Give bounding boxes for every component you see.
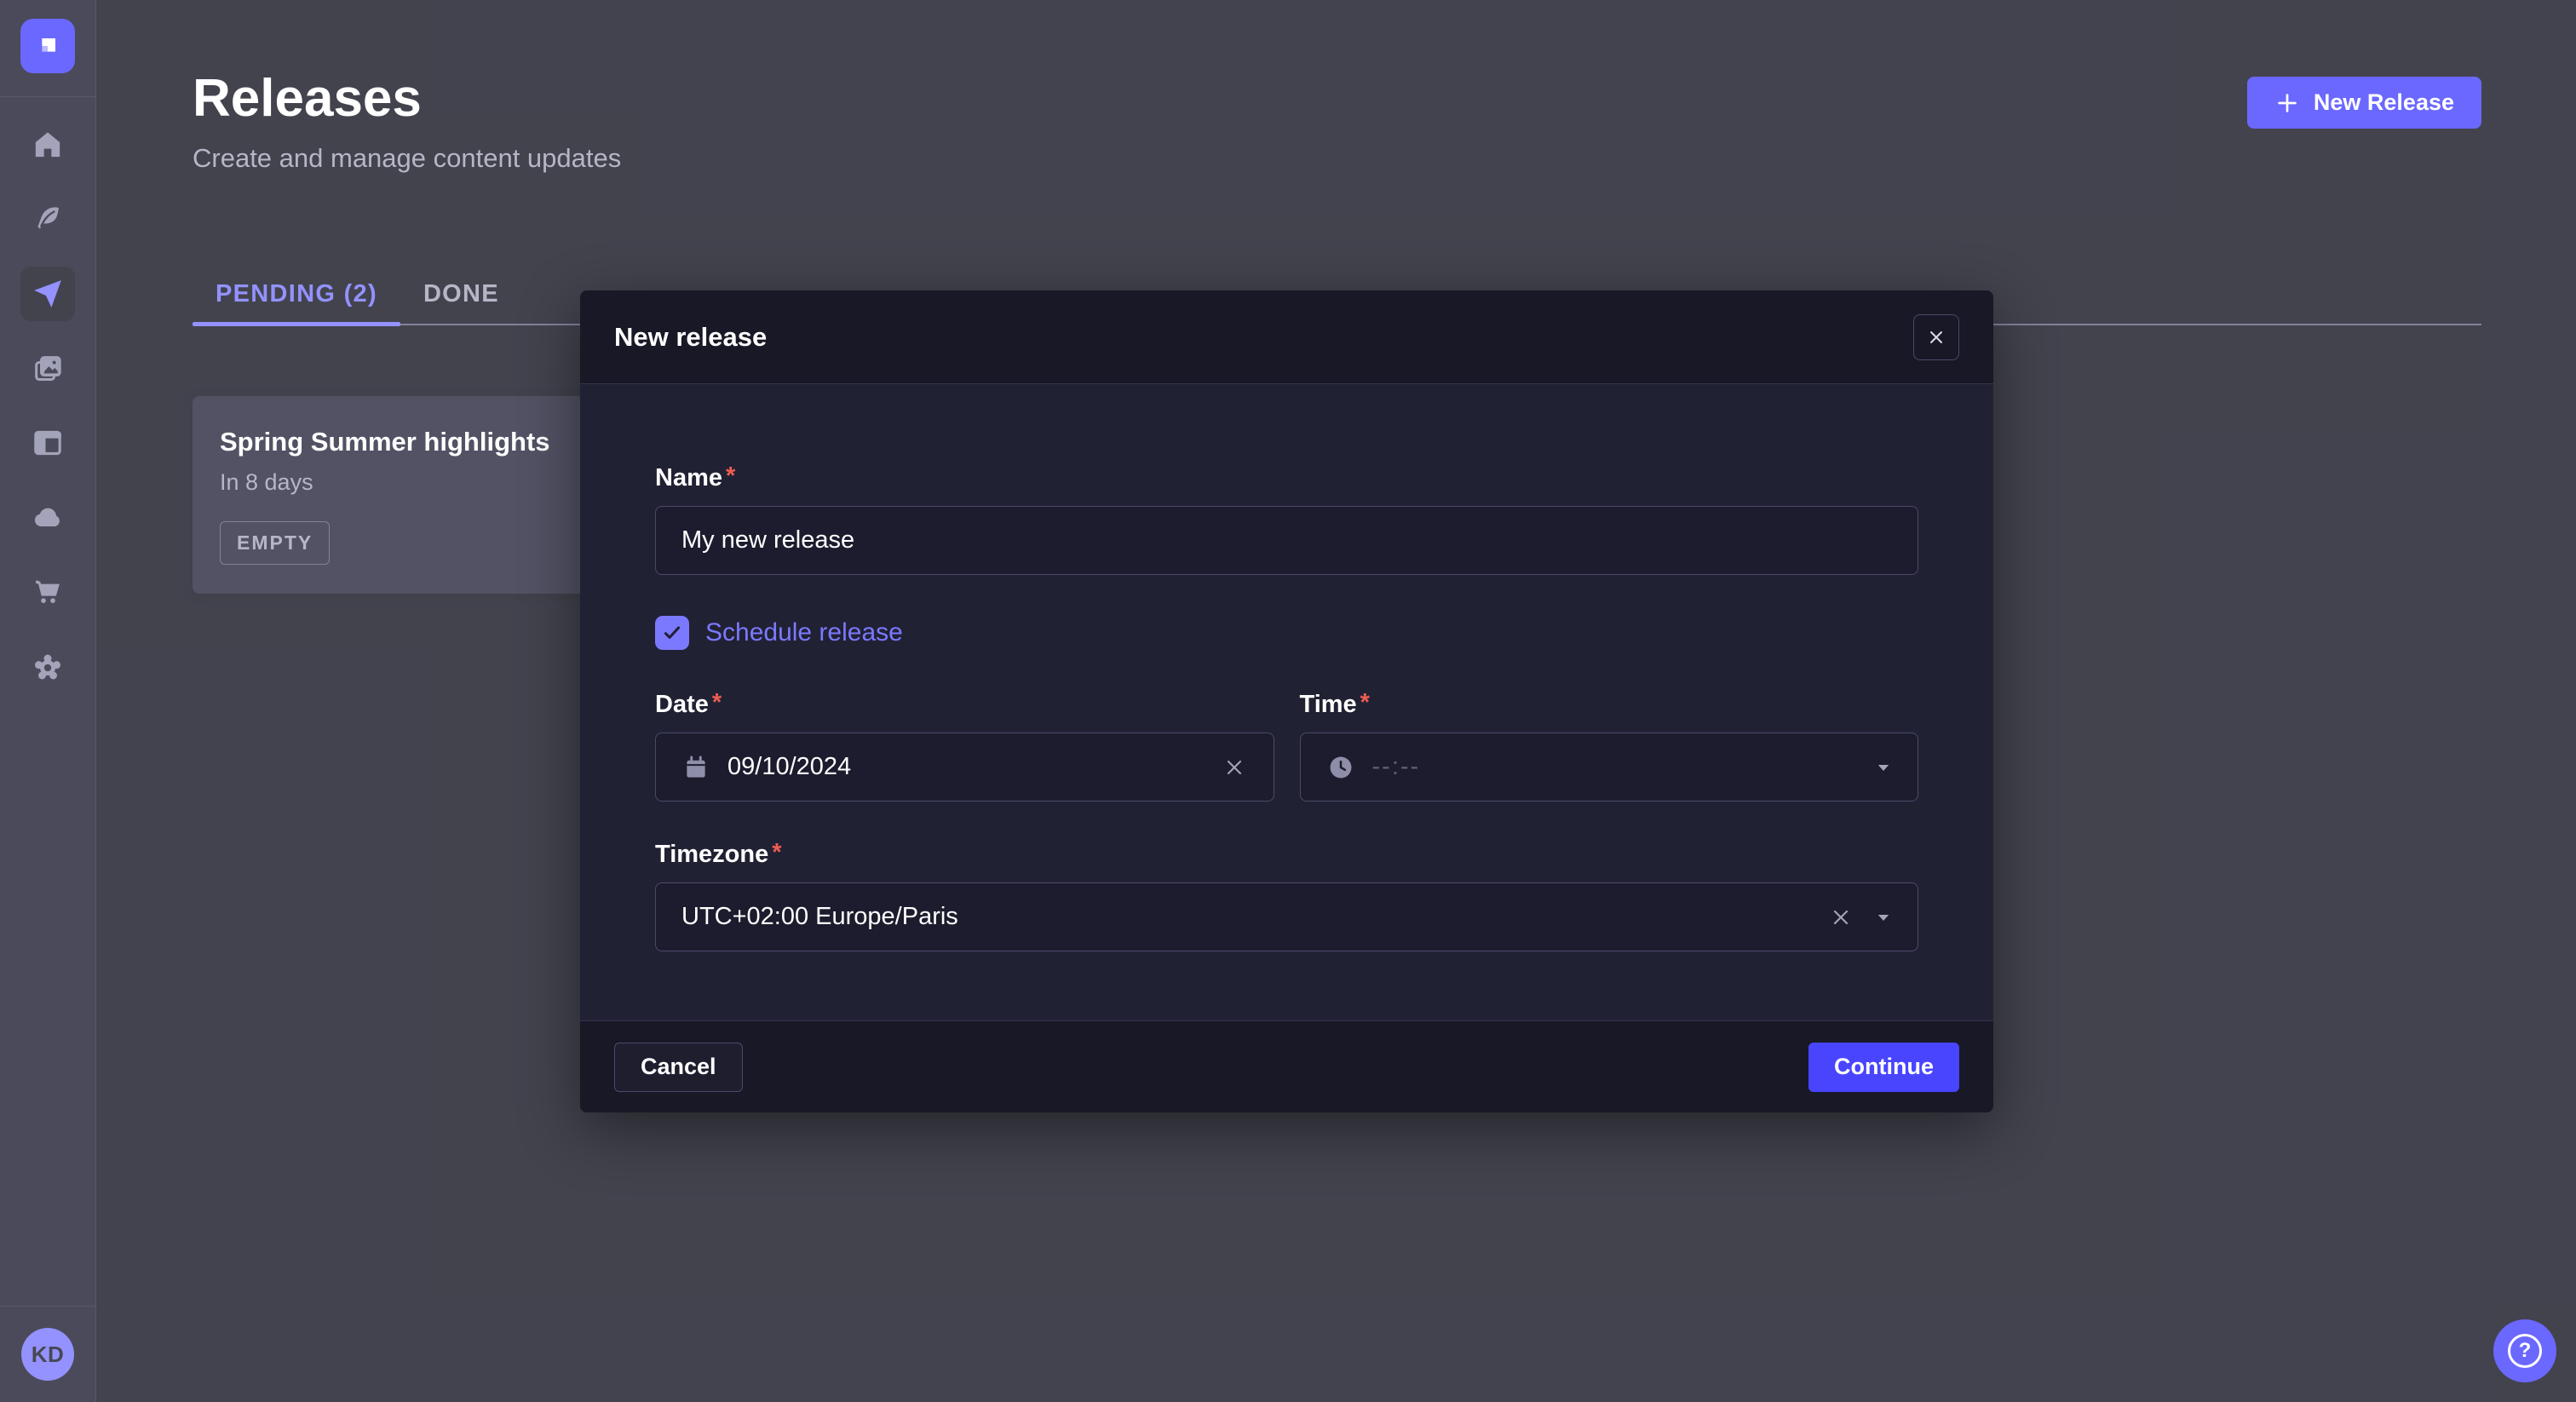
name-field: Name* xyxy=(655,464,1918,575)
required-asterisk: * xyxy=(1360,691,1370,715)
chevron-down-icon xyxy=(1873,907,1894,928)
required-asterisk: * xyxy=(772,841,781,865)
new-release-modal: New release Name* Schedule release xyxy=(580,290,1993,1112)
timezone-field: Timezone* UTC+02:00 Europe/Paris xyxy=(655,841,1918,951)
time-label: Time* xyxy=(1300,691,1919,719)
modal-header: New release xyxy=(580,290,1993,384)
required-asterisk: * xyxy=(726,464,735,489)
chevron-down-icon xyxy=(1873,757,1894,778)
timezone-label: Timezone* xyxy=(655,841,1918,869)
date-value: 09/10/2024 xyxy=(727,753,1202,781)
check-icon xyxy=(660,621,684,645)
name-label: Name* xyxy=(655,464,1918,492)
date-label: Date* xyxy=(655,691,1274,719)
clear-date-button[interactable] xyxy=(1219,752,1250,783)
calendar-icon xyxy=(681,753,710,782)
required-asterisk: * xyxy=(712,691,722,715)
time-select[interactable]: --:-- xyxy=(1300,733,1919,802)
time-placeholder: --:-- xyxy=(1372,753,1857,781)
schedule-label: Schedule release xyxy=(705,618,903,647)
clock-icon xyxy=(1326,753,1355,782)
cancel-button[interactable]: Cancel xyxy=(614,1043,743,1092)
modal-title: New release xyxy=(614,322,767,353)
schedule-checkbox[interactable] xyxy=(655,616,689,650)
timezone-select[interactable]: UTC+02:00 Europe/Paris xyxy=(655,882,1918,951)
close-modal-button[interactable] xyxy=(1913,314,1959,360)
date-time-row: Date* 09/10/2024 xyxy=(655,691,1918,802)
continue-button[interactable]: Continue xyxy=(1808,1043,1959,1092)
date-input[interactable]: 09/10/2024 xyxy=(655,733,1274,802)
close-icon xyxy=(1926,327,1946,348)
clear-icon xyxy=(1829,905,1853,929)
name-input[interactable] xyxy=(655,506,1918,575)
clear-timezone-button[interactable] xyxy=(1826,902,1856,933)
time-field: Time* --:-- xyxy=(1300,691,1919,802)
timezone-value: UTC+02:00 Europe/Paris xyxy=(681,903,1808,931)
date-field: Date* 09/10/2024 xyxy=(655,691,1274,802)
clear-icon xyxy=(1222,756,1246,779)
modal-footer: Cancel Continue xyxy=(580,1020,1993,1112)
schedule-release-toggle[interactable]: Schedule release xyxy=(655,616,1918,650)
modal-body: Name* Schedule release Date* xyxy=(580,384,1993,1020)
